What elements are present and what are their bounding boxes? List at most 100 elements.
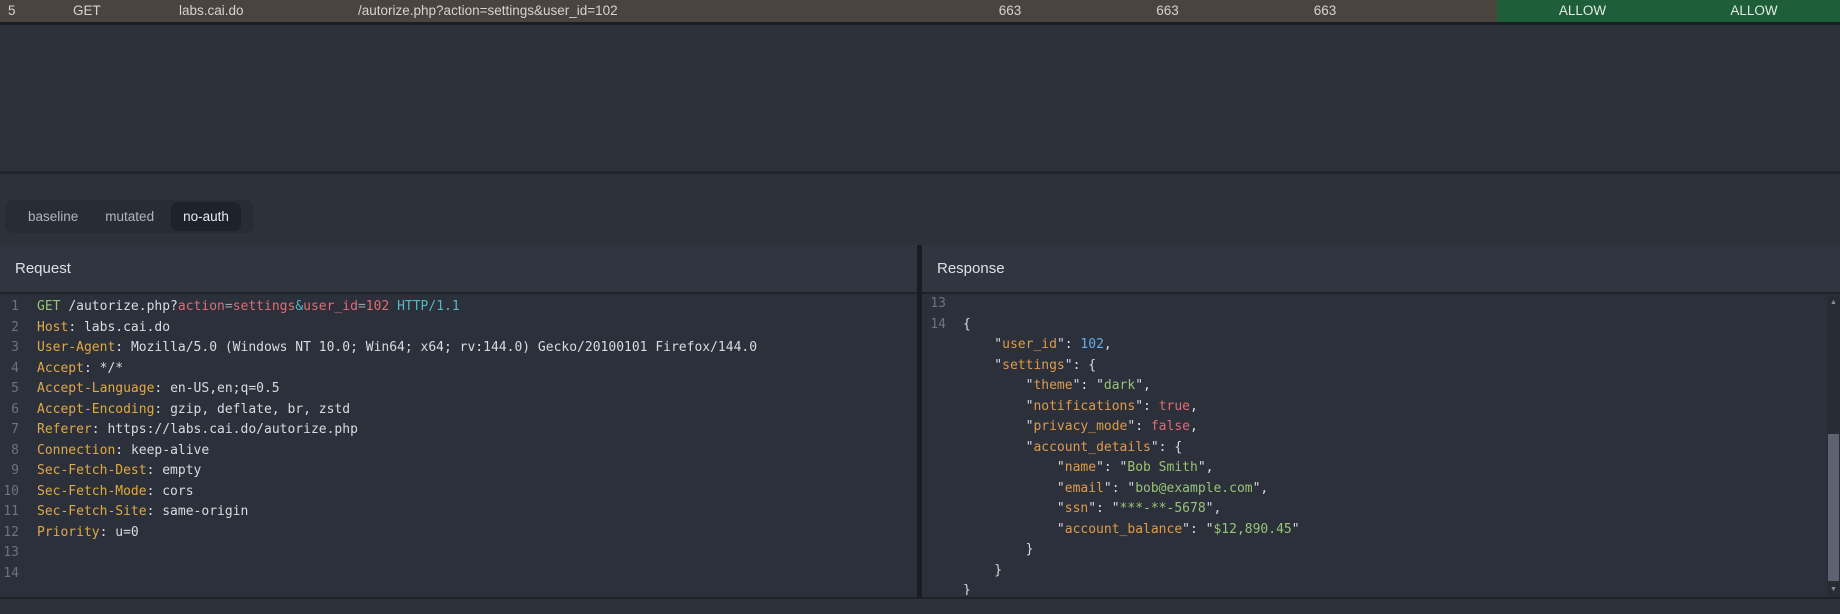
line-number: 9 xyxy=(0,461,19,482)
code-line: "notifications": true, xyxy=(922,397,1840,418)
line-number: 4 xyxy=(0,359,19,380)
row-baseline-length-cell[interactable]: 663 xyxy=(930,0,1090,22)
tab-baseline[interactable]: baseline xyxy=(18,203,88,230)
code-text: "privacy_mode": false, xyxy=(963,417,1198,438)
code-line: 4 Accept: */* xyxy=(0,359,917,380)
line-number xyxy=(922,520,946,541)
code-text: } xyxy=(963,540,1033,561)
line-number xyxy=(922,458,946,479)
code-line: 14{ xyxy=(922,315,1840,336)
response-panel-header: Response xyxy=(922,245,1840,294)
code-text: "settings": { xyxy=(963,356,1096,377)
request-table-body[interactable] xyxy=(0,25,1840,171)
code-text: "user_id": 102, xyxy=(963,335,1112,356)
code-line: } xyxy=(922,540,1840,561)
line-number xyxy=(922,376,946,397)
request-response-panels: Request 1 GET /autorize.php?action=settin… xyxy=(0,245,1840,597)
line-number: 2 xyxy=(0,318,19,339)
code-line: 9 Sec-Fetch-Dest: empty xyxy=(0,461,917,482)
scrollbar-thumb[interactable] xyxy=(1828,434,1839,581)
line-number xyxy=(922,356,946,377)
line-number: 5 xyxy=(0,379,19,400)
line-number xyxy=(922,581,946,595)
code-text: Accept-Encoding: gzip, deflate, br, zstd xyxy=(37,400,350,421)
scroll-up-icon[interactable]: ▲ xyxy=(1827,296,1840,310)
code-line: 2 Host: labs.cai.do xyxy=(0,318,917,339)
tab-no-auth[interactable]: no-auth xyxy=(171,202,241,231)
code-line: 13 xyxy=(0,543,917,564)
row-path-cell[interactable]: /autorize.php?action=settings&user_id=10… xyxy=(350,0,930,22)
line-number: 1 xyxy=(0,297,19,318)
code-text: User-Agent: Mozilla/5.0 (Windows NT 10.0… xyxy=(37,338,757,359)
code-text: "theme": "dark", xyxy=(963,376,1151,397)
row-method-cell[interactable]: GET xyxy=(64,0,170,22)
response-panel: Response 1314{ "user_id": 102, "settings… xyxy=(922,245,1840,597)
row-mutated-length-cell[interactable]: 663 xyxy=(1090,0,1245,22)
code-text: } xyxy=(963,561,1002,582)
table-row[interactable]: 5 GET labs.cai.do /autorize.php?action=s… xyxy=(0,0,1840,22)
code-text: Sec-Fetch-Dest: empty xyxy=(37,461,201,482)
code-line: 11 Sec-Fetch-Site: same-origin xyxy=(0,502,917,523)
code-line: "privacy_mode": false, xyxy=(922,417,1840,438)
row-noauth-status-badge[interactable]: ALLOW xyxy=(1668,0,1840,22)
line-number: 11 xyxy=(0,502,19,523)
response-code-editor[interactable]: 1314{ "user_id": 102, "settings": { "the… xyxy=(922,294,1840,595)
code-text: Host: labs.cai.do xyxy=(37,318,170,339)
code-line: 5 Accept-Language: en-US,en;q=0.5 xyxy=(0,379,917,400)
line-number xyxy=(922,499,946,520)
request-code-editor[interactable]: 1 GET /autorize.php?action=settings&user_… xyxy=(0,294,917,595)
response-panel-title: Response xyxy=(937,260,1005,277)
code-line: 6 Accept-Encoding: gzip, deflate, br, zst… xyxy=(0,400,917,421)
code-text: Sec-Fetch-Site: same-origin xyxy=(37,502,248,523)
line-number: 10 xyxy=(0,482,19,503)
code-text: GET /autorize.php?action=settings&user_i… xyxy=(37,297,460,318)
code-line: "account_balance": "$12,890.45" xyxy=(922,520,1840,541)
code-text: "account_details": { xyxy=(963,438,1182,459)
line-number xyxy=(922,540,946,561)
line-number: 8 xyxy=(0,441,19,462)
row-filler-cell[interactable] xyxy=(1405,0,1497,22)
code-text: Accept-Language: en-US,en;q=0.5 xyxy=(37,379,280,400)
code-text: "name": "Bob Smith", xyxy=(963,458,1213,479)
bottom-strip xyxy=(0,597,1840,614)
code-line: 8 Connection: keep-alive xyxy=(0,441,917,462)
detail-tab-section: baseline mutated no-auth xyxy=(0,174,1840,245)
scroll-down-icon[interactable]: ▼ xyxy=(1827,583,1840,597)
tab-bar: baseline mutated no-auth xyxy=(5,200,254,233)
line-number xyxy=(922,397,946,418)
code-line: 10 Sec-Fetch-Mode: cors xyxy=(0,482,917,503)
code-text: "account_balance": "$12,890.45" xyxy=(963,520,1300,541)
code-line: "user_id": 102, xyxy=(922,335,1840,356)
code-line: "settings": { xyxy=(922,356,1840,377)
row-host-cell[interactable]: labs.cai.do xyxy=(170,0,350,22)
request-panel-title: Request xyxy=(15,260,71,277)
code-line: 1 GET /autorize.php?action=settings&user_… xyxy=(0,297,917,318)
row-mutated-status-badge[interactable]: ALLOW xyxy=(1497,0,1668,22)
row-id-cell[interactable]: 5 xyxy=(0,0,64,22)
autorize-tool-window: 5 GET labs.cai.do /autorize.php?action=s… xyxy=(0,0,1840,614)
line-number xyxy=(922,335,946,356)
line-number: 3 xyxy=(0,338,19,359)
response-scrollbar[interactable]: ▲ ▼ xyxy=(1827,296,1840,597)
code-line: } xyxy=(922,581,1840,595)
code-text: "email": "bob@example.com", xyxy=(963,479,1268,500)
code-text: Accept: */* xyxy=(37,359,123,380)
line-number: 12 xyxy=(0,523,19,544)
code-text: Sec-Fetch-Mode: cors xyxy=(37,482,194,503)
code-text: Connection: keep-alive xyxy=(37,441,209,462)
code-text: } xyxy=(963,581,971,595)
code-line: } xyxy=(922,561,1840,582)
line-number xyxy=(922,438,946,459)
code-text: Referer: https://labs.cai.do/autorize.ph… xyxy=(37,420,358,441)
code-text: { xyxy=(963,315,971,336)
line-number xyxy=(922,561,946,582)
code-line: 7 Referer: https://labs.cai.do/autorize.p… xyxy=(0,420,917,441)
line-number: 6 xyxy=(0,400,19,421)
tab-mutated[interactable]: mutated xyxy=(95,203,164,230)
row-noauth-length-cell[interactable]: 663 xyxy=(1245,0,1405,22)
line-number: 7 xyxy=(0,420,19,441)
code-line: 3 User-Agent: Mozilla/5.0 (Windows NT 10.… xyxy=(0,338,917,359)
line-number: 13 xyxy=(0,543,19,564)
code-line: "email": "bob@example.com", xyxy=(922,479,1840,500)
line-number: 14 xyxy=(0,564,19,585)
